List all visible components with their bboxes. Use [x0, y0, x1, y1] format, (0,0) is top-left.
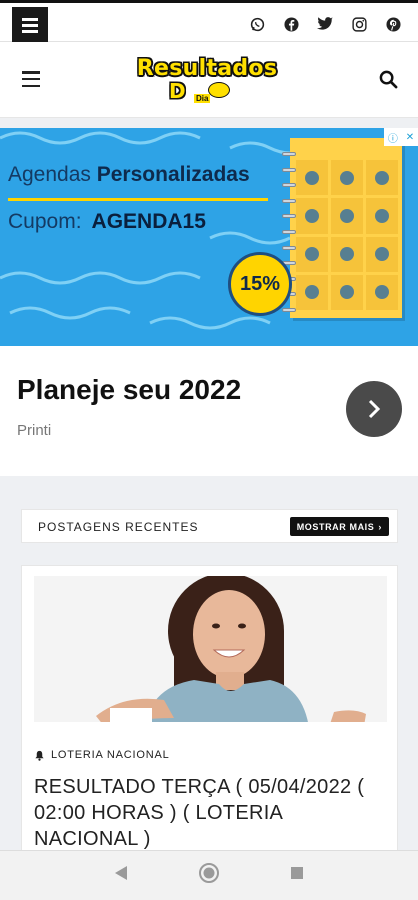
chevron-right-icon [368, 399, 381, 419]
social-bar [0, 0, 418, 43]
discount-badge: 15% [228, 252, 292, 316]
section-title: POSTAGENS RECENTES [38, 520, 199, 534]
recents-icon[interactable] [290, 866, 304, 885]
instagram-icon[interactable] [342, 12, 376, 36]
chevron-right-icon: › [378, 521, 382, 532]
android-nav-bar [0, 850, 418, 900]
facebook-icon[interactable] [274, 12, 308, 36]
twitter-icon[interactable] [308, 12, 342, 36]
top-menu-button[interactable] [12, 7, 48, 43]
logo-dia: Dia [194, 94, 211, 103]
pinterest-icon[interactable] [376, 12, 410, 36]
social-links [240, 12, 410, 36]
logo-d: D [169, 79, 186, 103]
home-icon[interactable] [198, 862, 220, 889]
site-logo[interactable]: Resultados D Dia [104, 56, 310, 110]
back-icon[interactable] [114, 865, 128, 886]
ad-divider [8, 198, 268, 201]
notebook-illustration [282, 138, 402, 318]
ad-banner[interactable]: Agendas Personalizadas Cupom: AGENDA15 15… [0, 128, 418, 346]
hamburger-menu-icon[interactable] [22, 71, 40, 87]
ad-headline: Planeje seu 2022 [17, 374, 242, 405]
logo-ball-icon [208, 82, 230, 98]
post-category[interactable]: LOTERIA NACIONAL [34, 749, 170, 761]
ad-line-1: Agendas Personalizadas [8, 163, 250, 186]
ad-advertiser: Printi [17, 422, 52, 439]
show-more-button[interactable]: MOSTRAR MAIS › [289, 517, 389, 536]
ad-footer[interactable]: Planeje seu 2022 Printi [0, 346, 418, 476]
post-title[interactable]: RESULTADO TERÇA ( 05/04/2022 ( 02:00 HOR… [34, 774, 390, 852]
search-icon[interactable] [379, 70, 398, 94]
site-header: Resultados D Dia [0, 42, 418, 118]
ad-info-icon[interactable]: ⓘ ✕ [384, 128, 418, 146]
ad-open-button[interactable] [346, 381, 402, 437]
bell-icon [35, 750, 44, 761]
post-thumbnail[interactable] [34, 576, 387, 736]
recent-posts-header: POSTAGENS RECENTES MOSTRAR MAIS › [21, 509, 398, 543]
ad-line-2: Cupom: AGENDA15 [8, 210, 206, 233]
post-card[interactable]: LOTERIA NACIONAL RESULTADO TERÇA ( 05/04… [21, 565, 398, 865]
logo-title: Resultados [136, 56, 278, 81]
whatsapp-icon[interactable] [240, 12, 274, 36]
